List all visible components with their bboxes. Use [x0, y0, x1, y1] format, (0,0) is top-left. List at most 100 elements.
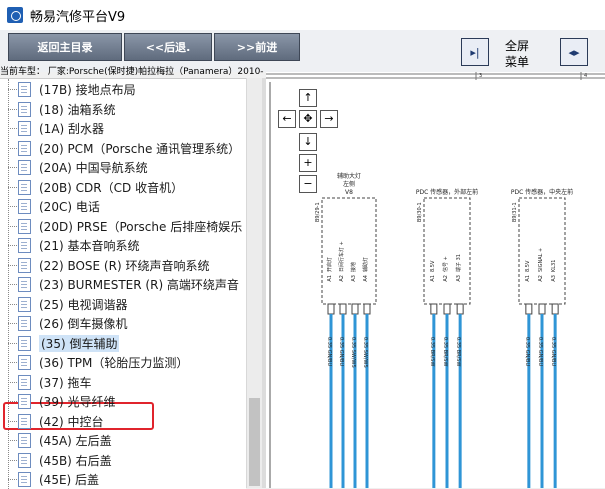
tree-item-label: (22) BOSE (R) 环绕声音响系统	[39, 258, 210, 273]
document-icon	[18, 472, 31, 487]
zoom-in-button[interactable]: +	[299, 154, 317, 172]
tree-item-label: (25) 电视调谐器	[39, 297, 128, 312]
tree-item-label: (35) 倒车辅助	[39, 334, 120, 352]
document-icon	[18, 277, 31, 292]
component-box	[423, 197, 471, 305]
tree-item-label: (17B) 接地点布局	[39, 83, 136, 97]
tree-item[interactable]: (20C) 电话	[0, 197, 246, 216]
tree-item-label: (45E) 后盖	[39, 473, 100, 487]
pan-center-button[interactable]: ✥	[299, 110, 317, 128]
tree-item[interactable]: (21) 基本音响系统	[0, 236, 246, 255]
tree-item-label: (42) 中控台	[39, 414, 104, 429]
pin-function-label: SIGNAL +	[538, 248, 544, 272]
component-box	[321, 197, 377, 305]
tree-item[interactable]: (45A) 左后盖	[0, 431, 246, 450]
tree-item[interactable]: (20D) PRSE（Porsche 后排座椅娱乐	[0, 217, 246, 236]
tree-item-label: (20) PCM（Porsche 通讯管理系统）	[39, 141, 241, 156]
pan-left-button[interactable]: ←	[278, 110, 296, 128]
tree-item[interactable]: (23) BURMESTER (R) 高端环绕声音	[0, 275, 246, 294]
pan-right-button[interactable]: →	[320, 110, 338, 128]
pin-function-label: 接地	[350, 262, 357, 272]
pin-label: A2	[538, 275, 544, 282]
tree-item[interactable]: (1A) 刮水器	[0, 119, 246, 138]
fullscreen-menu-label[interactable]: 全屏 菜单	[505, 38, 529, 70]
pin-function-label: KL31	[551, 260, 557, 272]
pin-function-label: 8.5V	[525, 260, 531, 272]
pan-up-button[interactable]: ↑	[299, 89, 317, 107]
tree-item[interactable]: (36) TPM（轮胎压力监测）	[0, 353, 246, 372]
tree-branch-line	[8, 108, 17, 111]
document-icon	[18, 101, 31, 117]
pan-down-button[interactable]: ↓	[299, 133, 317, 151]
tree-item[interactable]: (35) 倒车辅助	[0, 334, 246, 353]
tree-branch-line	[8, 167, 17, 169]
tree-item-label: (45A) 左后盖	[39, 434, 112, 448]
tree-branch-line	[8, 264, 17, 267]
tree-item-label: (45B) 右后盖	[39, 453, 112, 468]
tree-item[interactable]: (20) PCM（Porsche 通讯管理系统）	[0, 139, 246, 158]
pin-label: A4	[363, 275, 369, 282]
tree-item[interactable]: (25) 电视调谐器	[0, 295, 246, 314]
pin-label: A3	[456, 275, 462, 282]
wire-label: 0.35 BR/SW	[455, 337, 461, 366]
tree-scrollbar[interactable]	[246, 78, 263, 488]
wire-label: 0.35 BR/SW	[429, 337, 435, 366]
window-title: 畅易汽修平台V9	[30, 10, 126, 25]
menu-label: 菜单	[505, 55, 530, 69]
document-icon	[18, 316, 31, 331]
tree-branch-line	[8, 225, 17, 228]
tree-branch-line	[8, 128, 17, 130]
zoom-out-button[interactable]: −	[299, 175, 317, 193]
tree-item[interactable]: (26) 倒车摄像机	[0, 314, 246, 333]
tree-item-label: (20C) 电话	[39, 200, 100, 214]
document-icon	[18, 121, 31, 136]
tree-branch-line	[8, 381, 17, 384]
tree-item[interactable]: (42) 中控台	[0, 412, 246, 431]
tree-item[interactable]: (37) 拖车	[0, 373, 246, 392]
document-icon	[18, 394, 31, 409]
scrollbar-thumb[interactable]	[249, 398, 260, 486]
pin-label: A1	[525, 275, 531, 282]
diagram-view[interactable]: 3 4 辅助大灯 左侧 V8 B9/29-1 开启灯 A1 0.35 GN/BU 日间行车灯 …	[266, 72, 605, 488]
component-title: PDC 传感器，外部左前	[416, 188, 478, 196]
wire-label: 0.35 GN/BU	[537, 337, 543, 366]
tree-item[interactable]: (39) 光导纤维	[0, 392, 246, 411]
document-icon	[18, 238, 31, 253]
component-code: B9/29-1	[315, 202, 321, 222]
tree-item[interactable]: (17B) 接地点布局	[0, 80, 246, 99]
home-button[interactable]: 返回主目录	[8, 33, 122, 61]
forward-button[interactable]: >>前进	[214, 33, 300, 61]
fullscreen-label: 全屏	[505, 39, 530, 53]
document-icon	[18, 374, 31, 390]
pin-label: A1	[430, 275, 436, 282]
wire-label: 0.35 SW/WS	[362, 337, 368, 368]
tree-item-label: (1A) 刮水器	[39, 122, 105, 136]
tree-branch-line	[8, 89, 17, 91]
tree-item[interactable]: (22) BOSE (R) 环绕声音响系统	[0, 256, 246, 275]
document-icon	[18, 140, 31, 156]
tree-branch-line	[8, 323, 17, 325]
document-icon	[18, 296, 31, 312]
tree-item[interactable]: (20A) 中国导航系统	[0, 158, 246, 177]
back-button[interactable]: <<后退.	[124, 33, 212, 61]
document-icon	[18, 82, 31, 97]
title-bar: 畅易汽修平台V9	[0, 0, 605, 30]
pin-function-label: 辅助灯	[362, 257, 369, 272]
fullscreen-button[interactable]: ◂▸	[560, 38, 588, 66]
ruler-mark: 4	[584, 73, 587, 79]
tree-item[interactable]: (20B) CDR（CD 收音机）	[0, 178, 246, 197]
document-icon	[18, 452, 31, 468]
pin-function-label: 8.5V	[430, 260, 436, 272]
ruler-mark: 3	[479, 73, 482, 79]
connector-pin	[363, 303, 371, 315]
tree-branch-line	[8, 440, 17, 442]
tree-branch-line	[8, 206, 17, 208]
expand-view-button[interactable]: ▸|	[461, 38, 489, 66]
tree-item[interactable]: (45B) 右后盖	[0, 451, 246, 470]
tree-item[interactable]: (18) 油箱系统	[0, 100, 246, 119]
tree-item[interactable]: (45E) 后盖	[0, 470, 246, 489]
tree-item-label: (20B) CDR（CD 收音机）	[39, 180, 184, 195]
tree-item-label: (39) 光导纤维	[39, 395, 116, 409]
pin-label: A1	[327, 275, 333, 282]
connector-pin	[430, 303, 438, 315]
